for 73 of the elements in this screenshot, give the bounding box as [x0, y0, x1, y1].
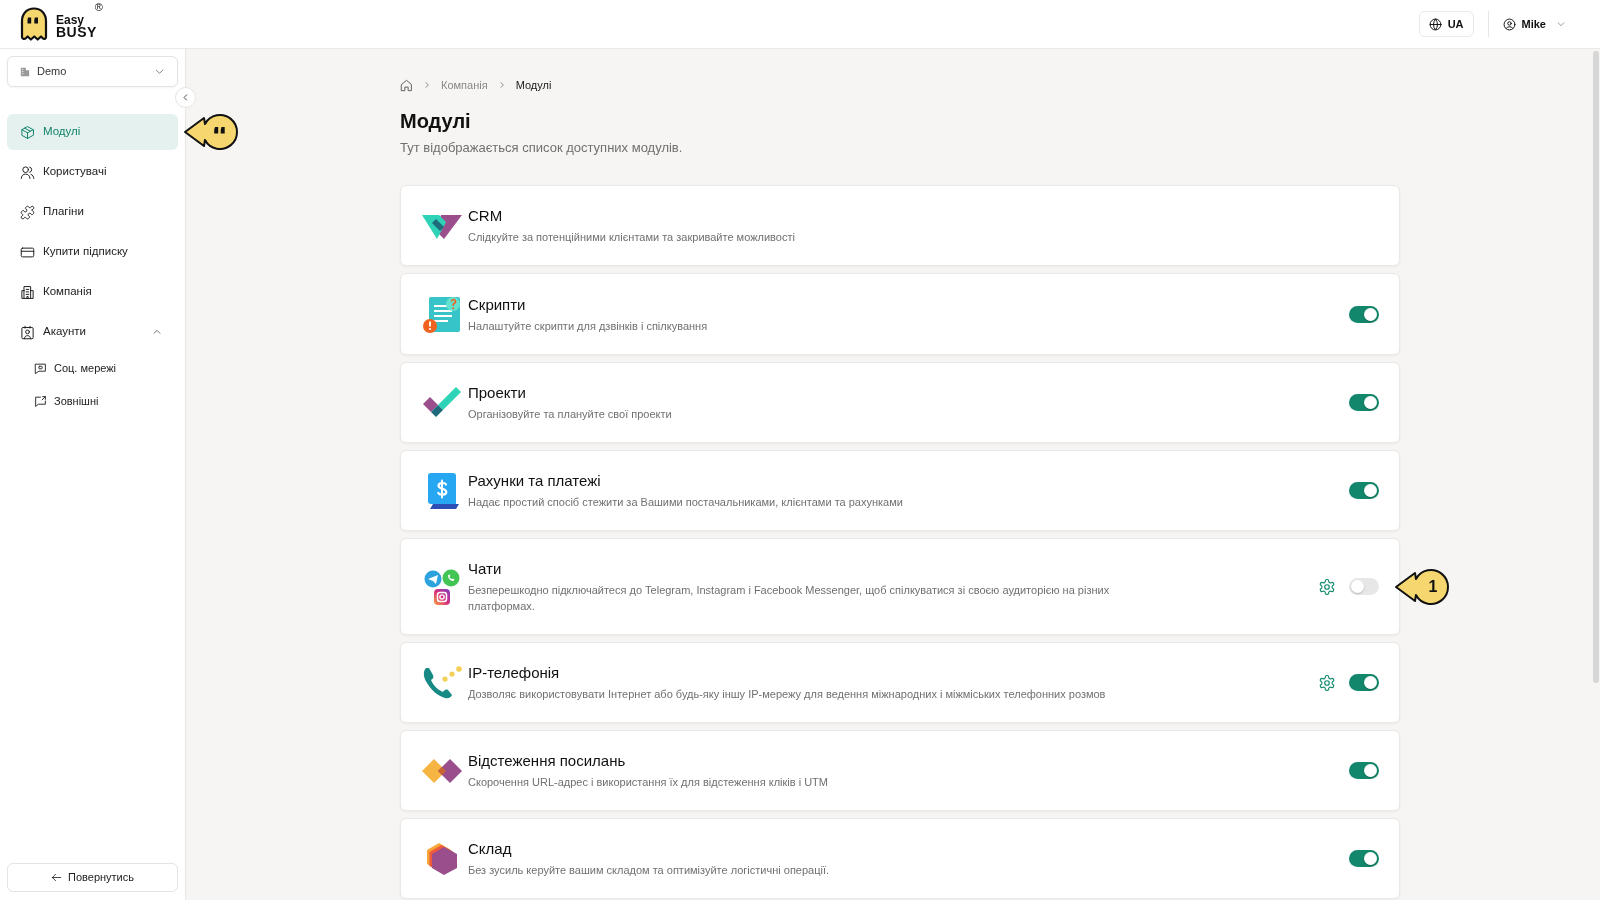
module-description: Організовуйте та плануйте свої проекти [468, 407, 673, 422]
module-description: Безперешкодно підключайтеся до Telegram, Instagram і Facebook Messenger, щоб спілкуватися зі своєю аудиторією на різних платформах. [468, 583, 1111, 614]
sidebar-item[interactable]: Модулі [7, 114, 178, 150]
sidebar-item[interactable]: Плагіни [7, 194, 178, 230]
module-description: Налаштуйте скрипти для дзвінків і спілкування [468, 318, 709, 334]
toggle-switch[interactable] [1349, 762, 1379, 779]
breadcrumb-link[interactable]: Модулі [515, 76, 552, 94]
settings-icon [1318, 673, 1336, 692]
module-title: CRM [468, 206, 504, 226]
callout-pointer-icon [1394, 566, 1452, 607]
registered-mark: ® [94, 1, 103, 13]
chevron-down-icon [154, 66, 165, 77]
mascot-logo-icon [20, 7, 48, 41]
puzzle-icon [20, 204, 35, 220]
building-icon [20, 284, 35, 300]
chevron-left-icon [181, 93, 190, 102]
page-subtitle: Тут відображається список доступних модулів. [400, 139, 684, 157]
toggle-switch[interactable] [1349, 482, 1379, 499]
module-title: Чати [468, 559, 503, 579]
messenger-apps-icon [423, 568, 460, 605]
module-title: Склад [468, 839, 513, 859]
sidebar-item[interactable]: Компанія [7, 274, 178, 310]
scrollbar-thumb[interactable] [1593, 51, 1599, 683]
logo-text: Easy [56, 13, 85, 26]
module-title: IP-телефонія [468, 663, 561, 683]
module-description: Надає простий спосіб стежити за Вашими постачальниками, клієнтами та рахунками [468, 495, 904, 510]
users-icon [20, 164, 35, 180]
user-avatar-icon [1502, 17, 1516, 31]
module-title: Проекти [468, 383, 527, 403]
phone-handset-icon [421, 664, 462, 701]
cube-icon [20, 124, 35, 140]
home-link[interactable] [400, 78, 413, 92]
sidebar-subitem[interactable]: Зовнішні [7, 386, 178, 416]
workspace-select[interactable]: Demo [7, 56, 178, 87]
sidebar-item[interactable]: Купити підписку [7, 234, 178, 270]
sidebar-item[interactable]: Акаунти [7, 314, 178, 350]
checkmark-icon [422, 386, 461, 419]
back-button[interactable]: Повернутись [7, 863, 178, 892]
chevron-down-icon [1556, 19, 1566, 29]
sidebar-subitem[interactable]: Соц. мережі [7, 353, 178, 383]
toggle-switch[interactable] [1349, 305, 1379, 323]
toggle-switch[interactable] [1349, 674, 1379, 691]
hexagon-box-icon [426, 842, 457, 875]
module-description: Без зусиль керуйте вашим складом та оптимізуйте логістичні операції. [468, 863, 831, 878]
chat-external-icon [34, 394, 47, 408]
language-button[interactable]: UA [1418, 11, 1474, 37]
script-document-icon [421, 294, 462, 334]
home-icon [400, 78, 413, 92]
contact-card-icon [20, 324, 35, 340]
settings-icon [1318, 577, 1336, 596]
settings-button[interactable] [1318, 673, 1336, 692]
linked-diamonds-icon [421, 756, 462, 785]
module-description: Скорочення URL-адрес і використання їх для відстеження кліків і UTM [468, 775, 829, 790]
module-title: Відстеження посилань [468, 751, 627, 771]
module-title: Скрипти [468, 294, 527, 315]
module-title: Рахунки та платежі [468, 471, 602, 491]
building-icon [20, 66, 30, 77]
toggle-switch[interactable] [1349, 578, 1379, 595]
logo-text: BUSY [56, 25, 97, 39]
chevron-right-icon [423, 81, 431, 89]
chevron-right-icon [497, 81, 506, 89]
module-description: Слідкуйте за потенційними клієнтами та закривайте можливості [468, 230, 796, 245]
page-title: Модулі [400, 109, 472, 133]
globe-icon [1428, 17, 1442, 31]
step-number-label: 1 [1428, 577, 1438, 596]
toggle-switch[interactable] [1349, 850, 1379, 867]
settings-button[interactable] [1318, 577, 1336, 596]
credit-card-icon [20, 244, 35, 260]
module-description: Дозволяє використовувати Інтернет або будь-яку іншу IP-мережу для ведення міжнародних і міжміських телефонних розмов [468, 687, 1107, 702]
sidebar-item[interactable]: Користувачі [7, 154, 178, 190]
arrow-left-icon [51, 872, 62, 883]
user-menu-button[interactable]: Mike [1502, 11, 1566, 37]
toggle-switch[interactable] [1349, 394, 1379, 411]
